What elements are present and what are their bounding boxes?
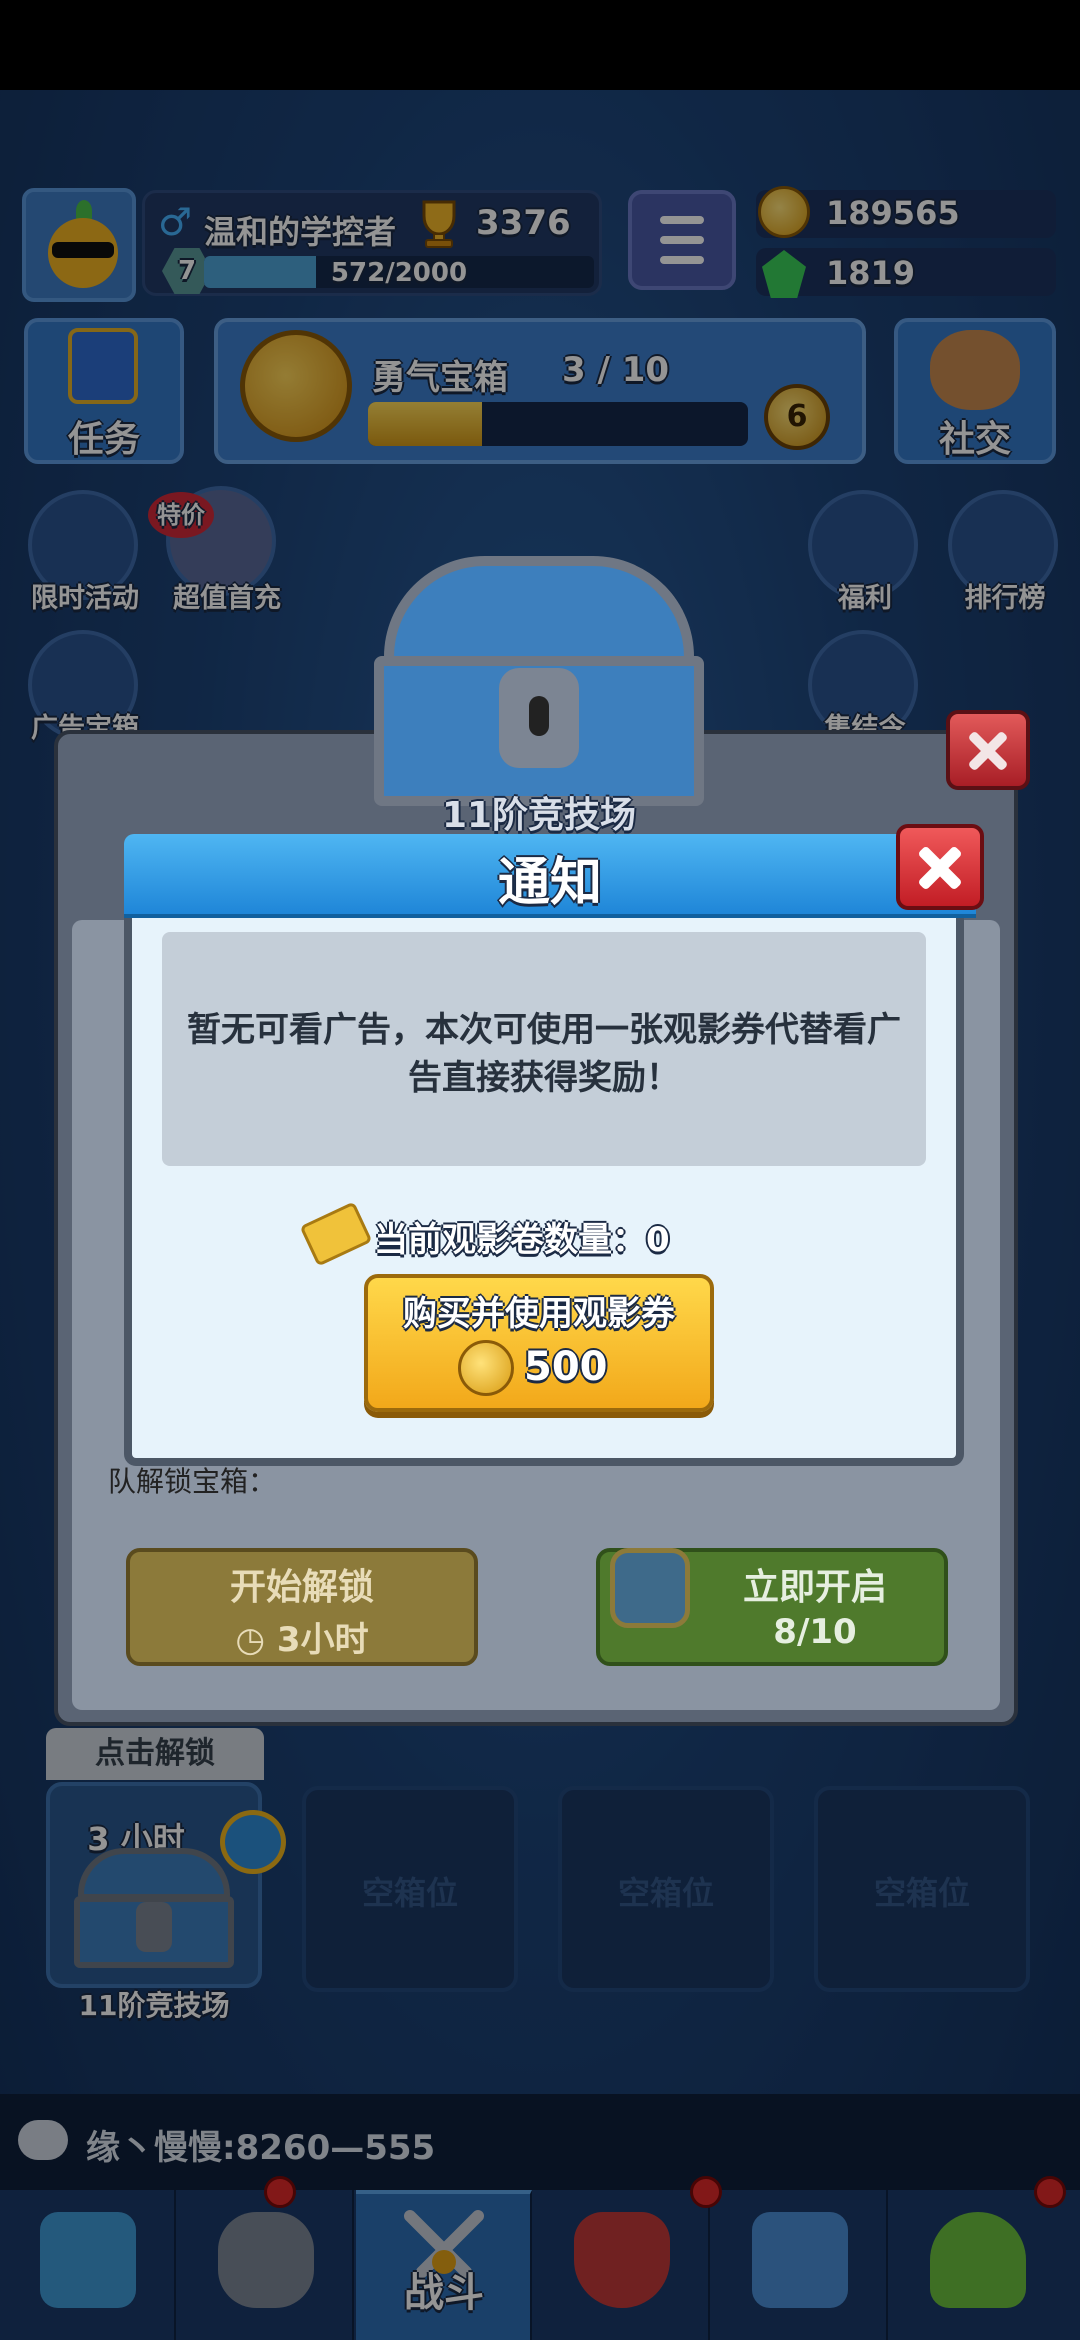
buy-button-label: 购买并使用观影券	[403, 1294, 675, 1334]
start-unlock-label: 开始解锁	[229, 1567, 374, 1608]
arena-chest-icon	[374, 556, 704, 806]
buy-price: 500	[524, 1344, 608, 1390]
notice-title: 通知	[497, 853, 602, 913]
start-unlock-time: ◷ 3小时	[235, 1620, 369, 1660]
open-now-count: 8/10	[773, 1612, 857, 1652]
ticket-count: 当前观影卷数量：0	[374, 1220, 670, 1260]
tv-ad-icon	[610, 1548, 690, 1628]
notice-message: 暂无可看广告，本次可使用一张观影券代替看广告直接获得奖励！	[187, 1010, 901, 1098]
notice-close-button[interactable]	[896, 824, 984, 910]
chest-dialog-partial-text: 队解锁宝箱：	[108, 1465, 277, 1498]
gold-coin-icon	[458, 1340, 514, 1396]
arena-title: 11阶竞技场	[441, 795, 637, 836]
open-now-label: 立即开启	[742, 1567, 887, 1608]
chest-dialog-close-button[interactable]	[946, 710, 1030, 790]
status-bar	[0, 0, 1080, 90]
